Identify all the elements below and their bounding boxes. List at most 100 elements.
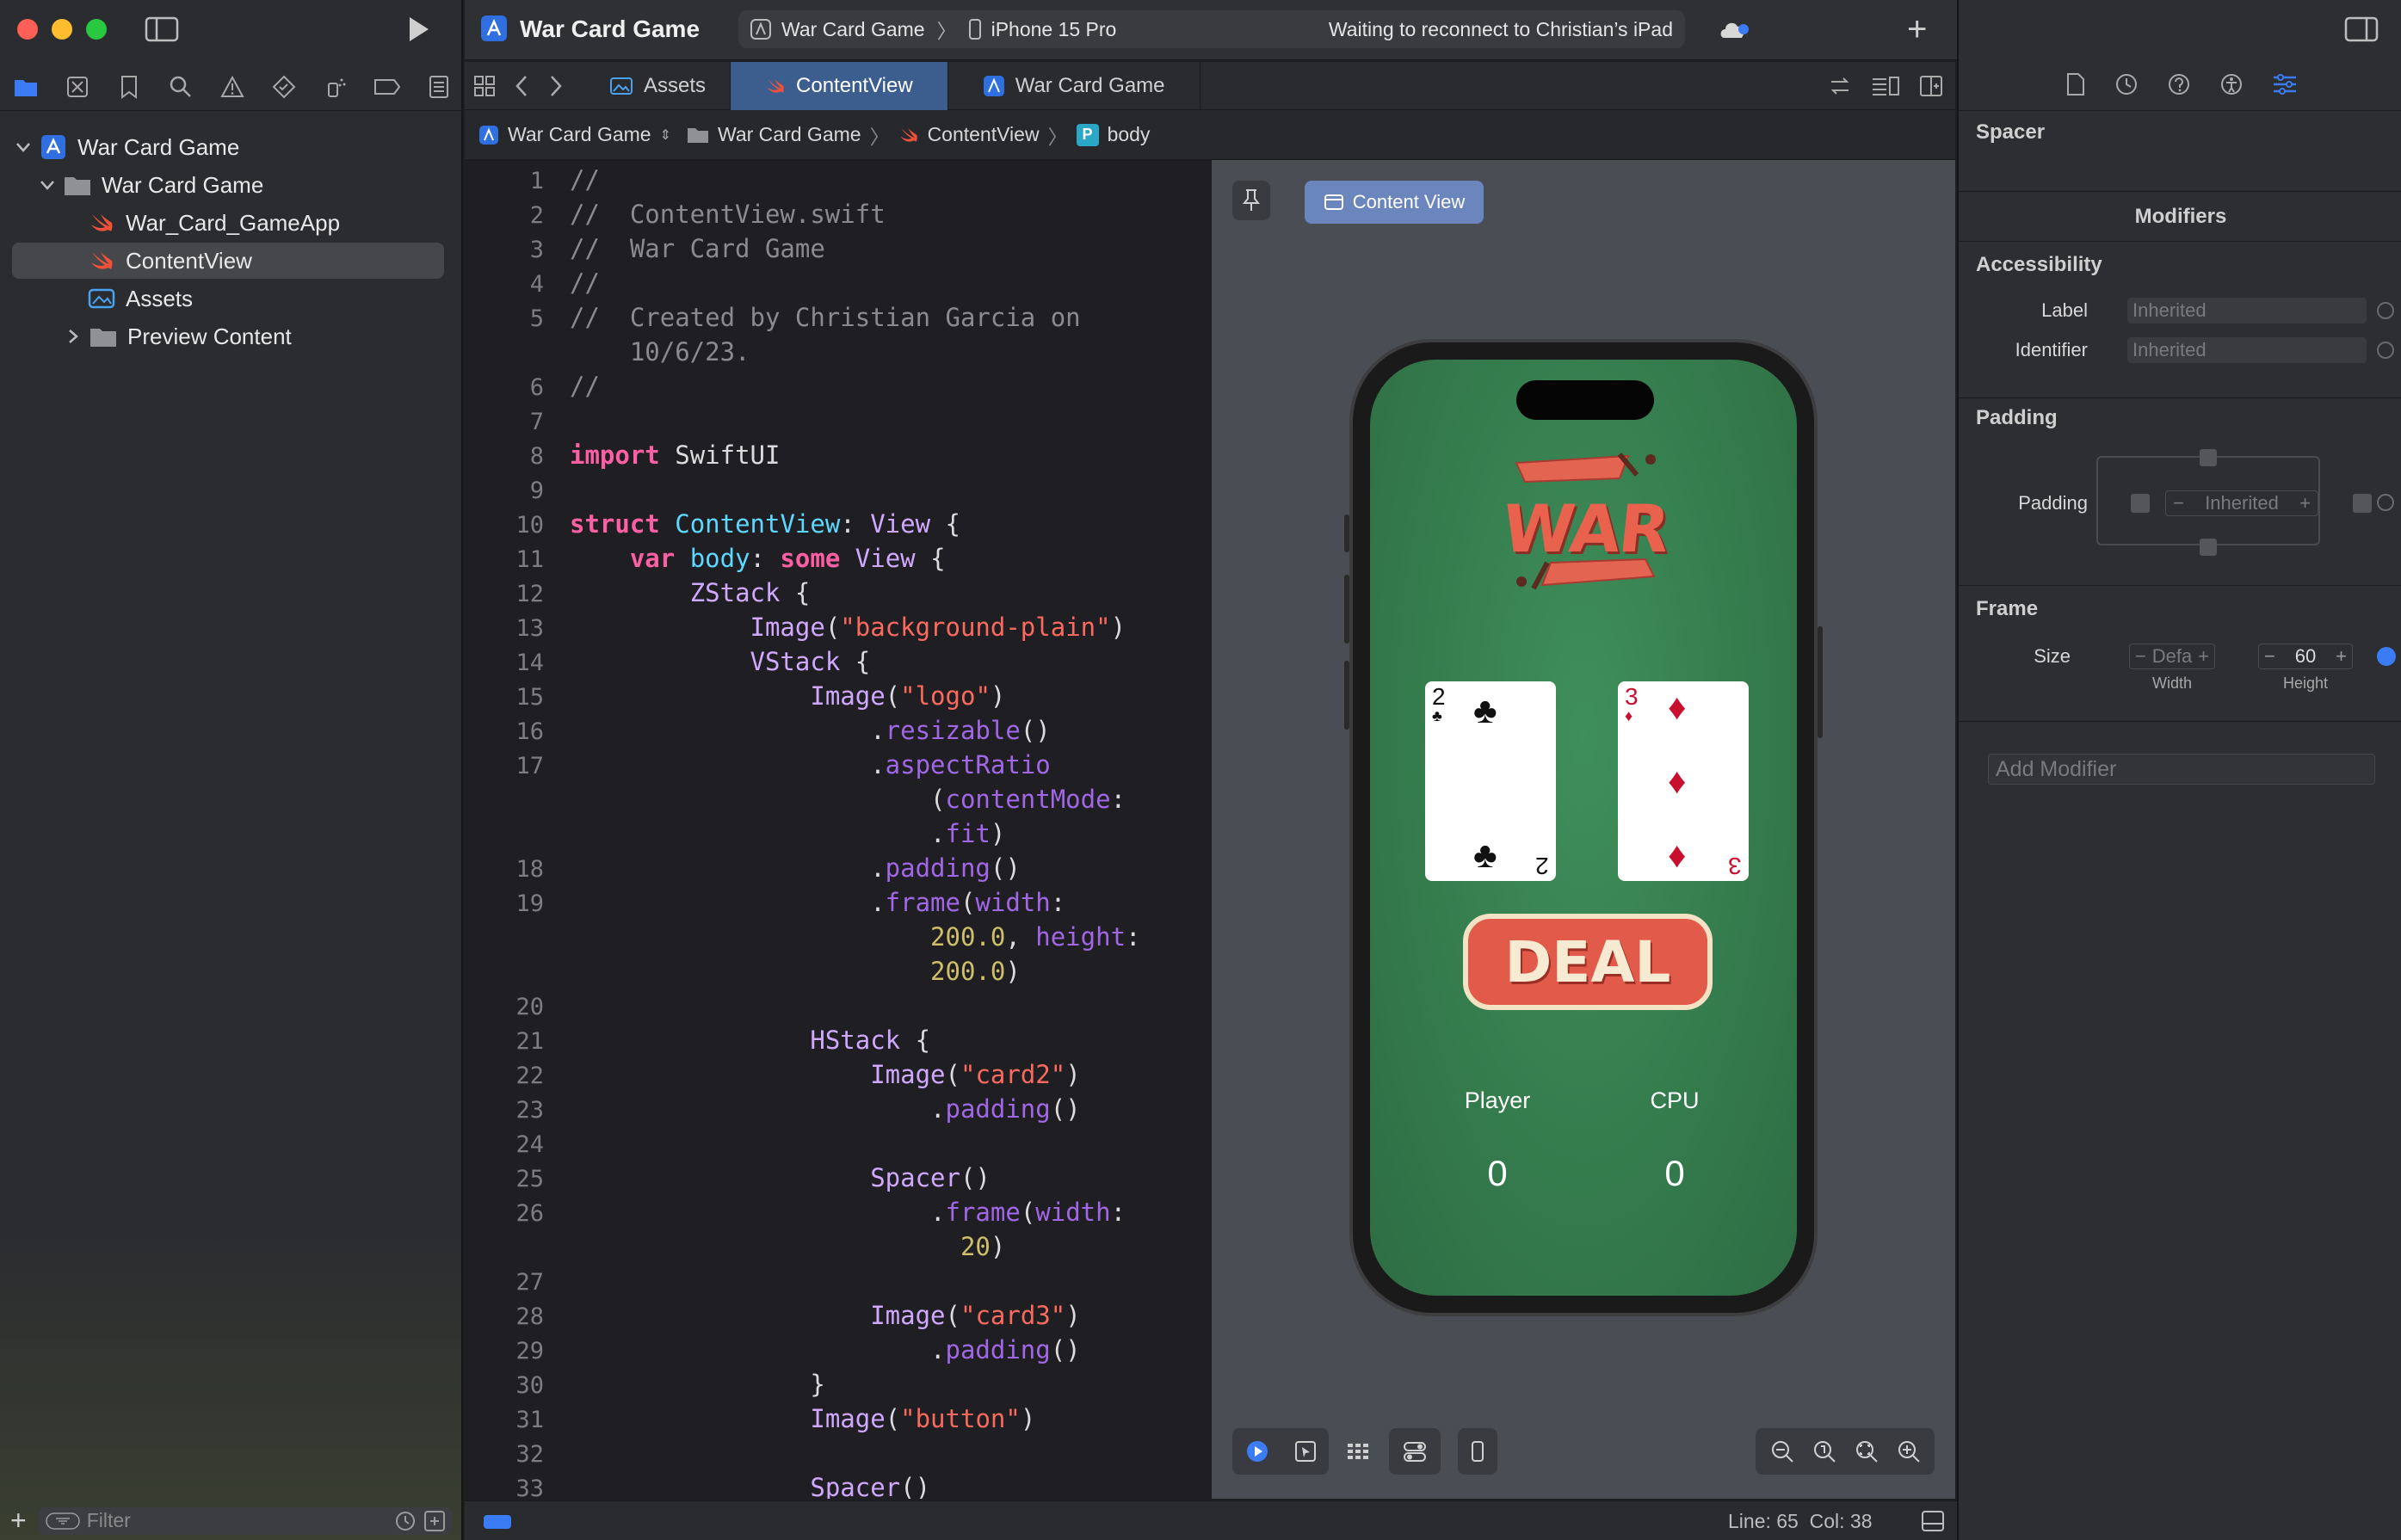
code-line: // — [570, 165, 600, 194]
filter-input[interactable]: Filter — [38, 1506, 453, 1535]
run-destination[interactable]: iPhone 15 Pro — [991, 18, 1117, 41]
tab-war-card-game[interactable]: War Card Game — [948, 61, 1200, 110]
frame-modified-indicator[interactable] — [2377, 647, 2396, 666]
folder-icon — [687, 127, 708, 143]
frame-width-stepper[interactable]: − Defa + — [2129, 644, 2215, 669]
quick-help-icon[interactable] — [2167, 72, 2191, 96]
content-view-preview-tab[interactable]: Content View — [1305, 181, 1484, 224]
player-label: Player — [1464, 1087, 1531, 1113]
tab-assets[interactable]: Assets — [585, 61, 731, 110]
accessibility-inspector-icon[interactable] — [2219, 72, 2244, 96]
breakpoint-tag-icon[interactable] — [372, 71, 403, 102]
minus-icon[interactable]: − — [2135, 645, 2146, 668]
zoom-100-icon[interactable] — [1812, 1439, 1836, 1463]
selectable-mode-icon[interactable] — [1294, 1440, 1317, 1463]
zoom-to-fit-icon[interactable] — [1855, 1439, 1879, 1463]
zoom-window-button[interactable] — [86, 19, 107, 40]
pin-preview-button[interactable] — [1232, 181, 1270, 220]
jump-file[interactable]: ContentView — [928, 123, 1040, 146]
line-number: 27 — [515, 1269, 544, 1296]
report-list-icon[interactable] — [423, 71, 454, 102]
minus-icon[interactable]: − — [2173, 492, 2184, 514]
frame-heading: Frame — [1976, 597, 2039, 620]
find-icon[interactable] — [165, 71, 196, 102]
frame-height-stepper[interactable]: − 60 + — [2258, 644, 2353, 669]
minus-icon[interactable]: − — [2264, 645, 2275, 668]
history-inspector-icon[interactable] — [2114, 72, 2139, 96]
editor-options-icon[interactable] — [1871, 75, 1900, 97]
deal-button[interactable]: DEAL — [1463, 914, 1713, 1010]
disclosure-closed-icon[interactable] — [62, 325, 84, 348]
zoom-in-icon[interactable] — [1897, 1439, 1921, 1463]
cpu-label: CPU — [1650, 1087, 1700, 1113]
plus-icon[interactable]: + — [2198, 645, 2209, 668]
reset-dot[interactable] — [2377, 494, 2394, 511]
line-number: 11 — [515, 546, 544, 573]
breakpoint-toggle-icon[interactable] — [484, 1515, 511, 1529]
device-settings-button[interactable] — [1389, 1428, 1441, 1475]
live-preview-icon[interactable] — [1245, 1439, 1269, 1463]
tree-item-preview-content[interactable]: Preview Content — [12, 318, 444, 354]
inspector-toggle-icon[interactable] — [2344, 15, 2379, 43]
line-number: 3 — [529, 237, 544, 263]
tab-contentview[interactable]: ContentView — [731, 61, 948, 110]
plus-icon[interactable]: + — [2336, 645, 2347, 668]
recent-files-icon[interactable] — [394, 1510, 417, 1532]
xcode-project-icon — [983, 75, 1004, 96]
close-window-button[interactable] — [17, 19, 38, 40]
add-file-icon[interactable]: + — [10, 1505, 27, 1537]
run-button[interactable] — [403, 14, 434, 45]
debug-area-toggle-icon[interactable] — [1921, 1510, 1945, 1532]
tree-item-contentview[interactable]: ContentView — [12, 243, 444, 279]
disclosure-open-icon[interactable] — [12, 136, 34, 158]
jump-project[interactable]: War Card Game — [508, 123, 651, 146]
cpu-card: 3 ♦ ♦ ♦ ♦ 3 — [1618, 681, 1749, 881]
add-tab-icon[interactable]: + — [1907, 12, 1927, 46]
padding-heading: Padding — [1976, 406, 2058, 429]
tree-item-project[interactable]: War Card Game — [12, 129, 444, 165]
card-rank-inverted: 2 — [1535, 853, 1549, 879]
project-navigator-icon[interactable] — [10, 71, 41, 102]
file-inspector-icon[interactable] — [2065, 72, 2086, 96]
debug-spray-icon[interactable] — [320, 71, 351, 102]
accessibility-identifier-field[interactable]: Inherited — [2127, 337, 2367, 363]
tree-item-app-file[interactable]: War_Card_GameApp — [12, 205, 444, 241]
padding-leading-checkbox[interactable] — [2131, 494, 2150, 513]
tree-item-assets[interactable]: Assets — [12, 280, 444, 317]
reset-dot[interactable] — [2377, 302, 2394, 319]
jump-group[interactable]: War Card Game — [718, 123, 861, 146]
preview-device-button[interactable] — [1458, 1428, 1497, 1475]
back-arrow-icon[interactable] — [504, 75, 539, 97]
swap-arrows-icon[interactable] — [1828, 75, 1852, 97]
scheme-name[interactable]: War Card Game — [781, 18, 925, 41]
accessibility-label-field[interactable]: Inherited — [2127, 298, 2367, 323]
sidebar-toggle-icon[interactable] — [145, 15, 179, 43]
minimize-window-button[interactable] — [52, 19, 72, 40]
disclosure-open-icon[interactable] — [36, 174, 59, 196]
code-line: // — [570, 268, 600, 298]
scheme-activity-bar[interactable]: War Card Game 〉 iPhone 15 Pro Waiting to… — [738, 10, 1685, 48]
reset-dot[interactable] — [2377, 342, 2394, 359]
tree-item-group[interactable]: War Card Game — [12, 167, 444, 203]
test-diamond-icon[interactable] — [268, 71, 299, 102]
add-modifier-field[interactable]: Add Modifier — [1988, 754, 2375, 785]
forward-arrow-icon[interactable] — [539, 75, 573, 97]
padding-top-checkbox[interactable] — [2200, 449, 2217, 466]
split-editor-icon[interactable] — [1919, 75, 1943, 97]
source-control-icon[interactable] — [62, 71, 93, 102]
padding-bottom-checkbox[interactable] — [2200, 539, 2217, 556]
bookmark-icon[interactable] — [114, 71, 145, 102]
jump-symbol[interactable]: body — [1108, 123, 1151, 146]
padding-stepper[interactable]: − Inherited + — [2165, 490, 2318, 516]
scm-filter-icon[interactable] — [423, 1510, 446, 1532]
source-editor[interactable]: 1 2 3 4 5 6 7 8 9 10 11 12 13 14 15 16 17 18 19 20 21 22 23 24 2… — [465, 160, 1210, 1499]
variants-grid-icon[interactable] — [1336, 1428, 1380, 1475]
zoom-out-icon[interactable] — [1770, 1439, 1794, 1463]
cloud-status-icon[interactable] — [1718, 17, 1750, 41]
attributes-inspector-icon[interactable] — [2272, 72, 2298, 96]
updown-chevron-icon: ⇕ — [659, 127, 671, 143]
plus-icon[interactable]: + — [2299, 492, 2311, 514]
related-items-grid-icon[interactable] — [465, 62, 504, 110]
padding-trailing-checkbox[interactable] — [2353, 494, 2372, 513]
issue-warning-icon[interactable] — [217, 71, 248, 102]
